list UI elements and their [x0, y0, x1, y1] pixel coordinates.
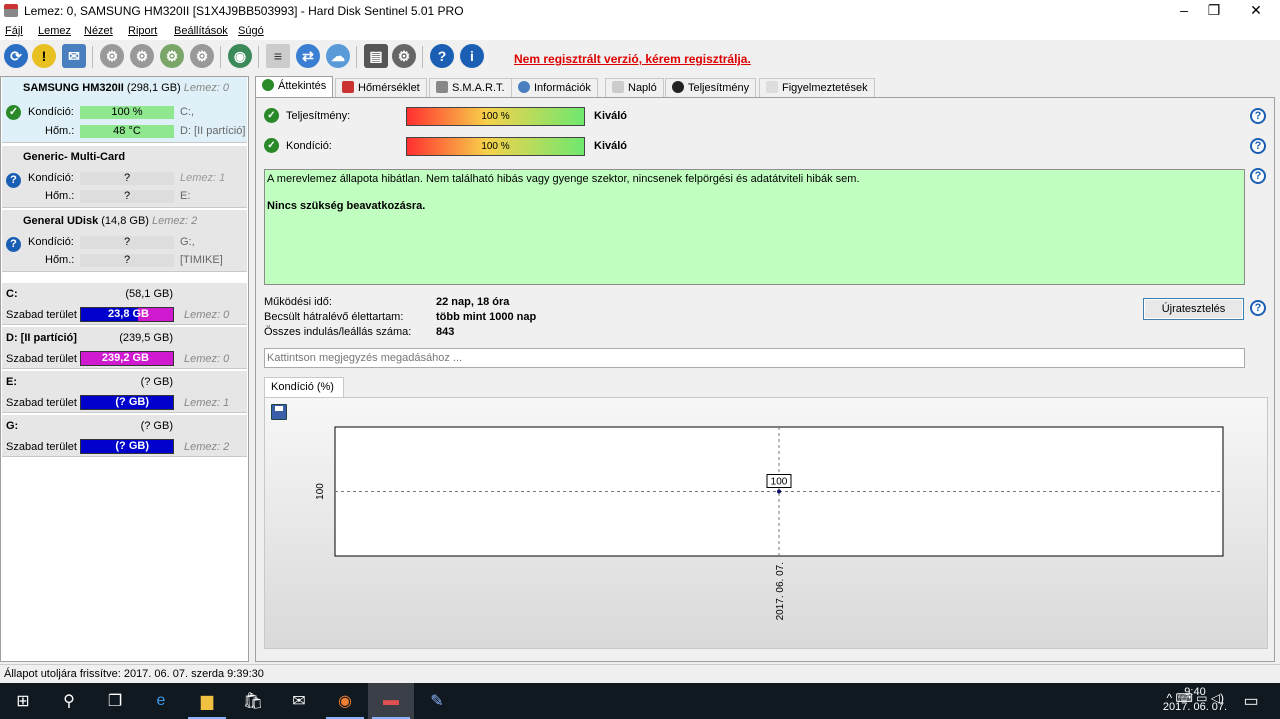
question-icon: ?	[6, 173, 21, 188]
disk-header: General UDisk (14,8 GB) Lemez: 2	[23, 215, 198, 227]
taskbar: ⊞ ⚲ ❐ e ▆ 🛍 ✉ ◉ ▬ ✎ ^ ⌨ ▭ ◁) 9:40 2017. …	[0, 683, 1280, 719]
free-space-bar: (? GB)	[80, 395, 174, 410]
free-space-bar: 23,8 GB	[80, 307, 174, 322]
partition-g[interactable]: G: (? GB) Szabad terület (? GB) Lemez: 2	[2, 415, 247, 457]
tab-overview[interactable]: Áttekintés	[255, 76, 334, 98]
monitor-icon[interactable]: ▤	[364, 44, 388, 68]
free-space-bar: (? GB)	[80, 439, 174, 454]
maximize-button[interactable]: ❐	[1196, 0, 1232, 22]
disk-item-multicard[interactable]: Generic- Multi-Card ? Kondíció: ? Lemez:…	[2, 146, 247, 208]
uptime-row: Működési idő: 22 nap, 18 óra	[264, 296, 510, 308]
notifications-icon[interactable]: ▭	[1228, 683, 1274, 719]
mail-icon[interactable]: ✉	[276, 683, 322, 719]
partition-d[interactable]: D: [II partíció] (239,5 GB) Szabad terül…	[2, 327, 247, 369]
status-bar: Állapot utoljára frissítve: 2017. 06. 07…	[0, 664, 1280, 683]
tab-log[interactable]: Napló	[605, 78, 664, 98]
disk-list-panel: SAMSUNG HM320II (298,1 GB) Lemez: 0 ✓ Ko…	[0, 76, 249, 662]
alert-icon[interactable]: !	[32, 44, 56, 68]
globe-icon[interactable]: ◉	[228, 44, 252, 68]
help-icon[interactable]: ?	[1250, 168, 1266, 184]
firefox-icon[interactable]: ◉	[322, 683, 368, 719]
disk-surface-icon[interactable]: ⚙	[130, 44, 154, 68]
title-bar: Lemez: 0, SAMSUNG HM320II [S1X4J9BB50399…	[0, 0, 1280, 22]
free-space-bar: 239,2 GB	[80, 351, 174, 366]
mail-icon[interactable]: ✉	[62, 44, 86, 68]
search-icon[interactable]: ⚲	[46, 683, 92, 719]
tab-info[interactable]: Információk	[511, 78, 598, 98]
menu-help[interactable]: Súgó	[238, 25, 264, 37]
tab-smart[interactable]: S.M.A.R.T.	[429, 78, 512, 98]
question-icon: ?	[6, 237, 21, 252]
tab-alerts[interactable]: Figyelmeztetések	[759, 78, 875, 98]
menu-bar: Fájl Lemez Nézet Riport Beállítások Súgó	[0, 22, 1280, 40]
app-icon	[4, 4, 18, 17]
tab-performance[interactable]: Teljesítmény	[665, 78, 757, 98]
info-icon[interactable]: i	[460, 44, 484, 68]
window-title: Lemez: 0, SAMSUNG HM320II [S1X4J9BB50399…	[24, 4, 464, 18]
disk-item-samsung[interactable]: SAMSUNG HM320II (298,1 GB) Lemez: 0 ✓ Ko…	[2, 77, 247, 143]
lifetime-row: Becsült hátralévő élettartam: több mint 1…	[264, 311, 537, 323]
clock[interactable]: 9:40 2017. 06. 07.	[1160, 685, 1230, 715]
condition-bar: 100 %	[406, 137, 585, 156]
condition-chart: 100 2017. 06. 07. 100	[315, 426, 1224, 620]
help-icon[interactable]: ?	[1250, 108, 1266, 124]
x-tick-label: 2017. 06. 07.	[775, 562, 786, 620]
menu-report[interactable]: Riport	[128, 25, 157, 37]
disk-header: Generic- Multi-Card	[23, 151, 126, 163]
network-icon[interactable]: ☁	[326, 44, 350, 68]
settings-icon[interactable]: ⚙	[392, 44, 416, 68]
menu-file[interactable]: Fájl	[5, 25, 23, 37]
temperature-bar: 48 °C	[80, 125, 174, 138]
tab-bar: Áttekintés Hőmérséklet S.M.A.R.T. Inform…	[255, 76, 1275, 98]
y-tick-label: 100	[315, 483, 326, 500]
check-icon: ✓	[264, 108, 279, 123]
tab-temperature[interactable]: Hőmérséklet	[335, 78, 427, 98]
refresh-icon[interactable]: ⟳	[4, 44, 28, 68]
partition-c[interactable]: C: (58,1 GB) Szabad terület 23,8 GB Leme…	[2, 283, 247, 325]
disk-header: SAMSUNG HM320II (298,1 GB) Lemez: 0	[23, 82, 230, 94]
task-view-icon[interactable]: ❐	[92, 683, 138, 719]
app-window: Lemez: 0, SAMSUNG HM320II [S1X4J9BB50399…	[0, 0, 1280, 683]
report-icon[interactable]: ≡	[266, 44, 290, 68]
help-icon[interactable]: ?	[1250, 138, 1266, 154]
menu-settings[interactable]: Beállítások	[174, 25, 228, 37]
close-button[interactable]: ✕	[1238, 0, 1274, 22]
chart-panel: 100 2017. 06. 07. 100	[264, 397, 1268, 649]
help-icon[interactable]: ?	[1250, 300, 1266, 316]
paint-icon[interactable]: ✎	[414, 683, 460, 719]
check-icon: ✓	[6, 105, 21, 120]
toolbar: ⟳ ! ✉ ⚙ ⚙ ⚙ ⚙ ◉ ≡ ⇄ ☁ ▤ ⚙ ? i Nem regisz…	[0, 40, 1280, 73]
folder-icon[interactable]: ▆	[184, 683, 230, 719]
disk-item-udisk[interactable]: General UDisk (14,8 GB) Lemez: 2 ? Kondí…	[2, 210, 247, 272]
disk-info-icon[interactable]: ⚙	[190, 44, 214, 68]
data-label: 100	[771, 477, 788, 488]
chart-tab[interactable]: Kondíció (%)	[264, 377, 344, 398]
store-icon[interactable]: 🛍	[230, 683, 276, 719]
help-icon[interactable]: ?	[430, 44, 454, 68]
starts-row: Összes indulás/leállás száma: 843	[264, 326, 455, 338]
retest-button[interactable]: Újratesztelés	[1143, 298, 1244, 320]
performance-bar: 100 %	[406, 107, 585, 126]
disk-test-icon[interactable]: ⚙	[100, 44, 124, 68]
condition-bar: 100 %	[80, 106, 174, 119]
unregistered-link[interactable]: Nem regisztrált verzió, kérem regisztrál…	[514, 52, 751, 66]
note-input[interactable]: Kattintson megjegyzés megadásához ...	[264, 348, 1245, 368]
status-description: A merevlemez állapota hibátlan. Nem talá…	[264, 169, 1245, 285]
overview-panel: ✓ Teljesítmény: 100 % Kiváló ? ✓ Kondíci…	[255, 97, 1275, 662]
disk-health-icon[interactable]: ⚙	[160, 44, 184, 68]
partition-e[interactable]: E: (? GB) Szabad terület (? GB) Lemez: 1	[2, 371, 247, 413]
hd-sentinel-taskbar-icon[interactable]: ▬	[368, 683, 414, 719]
windows-start-icon[interactable]: ⊞	[0, 683, 46, 719]
sync-icon[interactable]: ⇄	[296, 44, 320, 68]
edge-icon[interactable]: e	[138, 683, 184, 719]
check-icon: ✓	[264, 138, 279, 153]
data-point	[777, 489, 781, 494]
menu-view[interactable]: Nézet	[84, 25, 113, 37]
menu-disk[interactable]: Lemez	[38, 25, 71, 37]
